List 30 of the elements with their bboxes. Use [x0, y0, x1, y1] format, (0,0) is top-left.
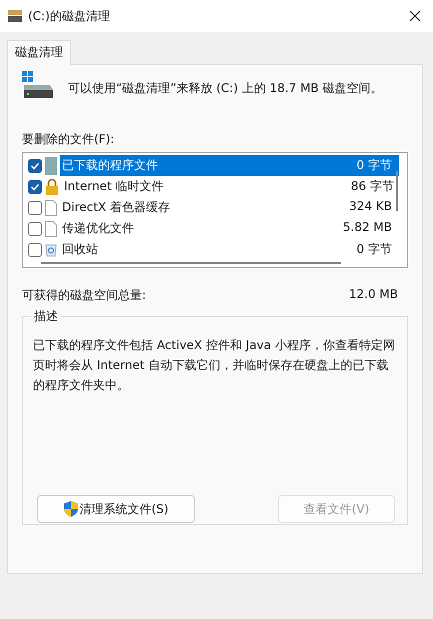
- lock-icon: [45, 178, 59, 196]
- checkbox[interactable]: [28, 180, 42, 194]
- file-list-item[interactable]: DirectX 着色器缓存 324 KB: [60, 197, 399, 218]
- tab[interactable]: 磁盘清理: [7, 40, 71, 65]
- checkbox[interactable]: [28, 222, 42, 236]
- shield-icon: [64, 501, 78, 517]
- drive-icon: [8, 10, 22, 22]
- file-list-item[interactable]: 传递优化文件 5.82 MB: [60, 218, 399, 239]
- file-list-item[interactable]: 已下载的程序文件 0 字节: [60, 155, 399, 176]
- window-title: (C:)的磁盘清理: [28, 8, 111, 24]
- checkbox[interactable]: [28, 158, 42, 172]
- intro-text: 可以使用“磁盘清理”来释放 (C:) 上的 18.7 MB 磁盘空间。: [68, 80, 383, 97]
- file-list-item[interactable]: 回收站 0 字节: [60, 239, 399, 260]
- files-label: 要删除的文件(F):: [22, 131, 116, 148]
- total-value: 12.0 MB: [348, 287, 398, 303]
- description-text: 已下载的程序文件包括 ActiveX 控件和 Java 小程序，你查看特定网页时将会从 Internet 自动下载它们，并临时保存在硬盘上的已下载的程序文件夹中。: [33, 337, 396, 394]
- check-icon: [30, 160, 40, 170]
- total-label: 可获得的磁盘空间总量:: [22, 287, 146, 304]
- file-icon: [45, 200, 57, 216]
- recycle-bin-icon: [45, 242, 57, 256]
- file-list-item[interactable]: Internet 临时文件 86 字节: [62, 176, 401, 197]
- scrollbar-thumb[interactable]: [396, 171, 398, 211]
- action-button[interactable]: 清理系统文件(S): [37, 495, 195, 523]
- group-title: 描述: [31, 308, 61, 325]
- file-icon: [45, 220, 57, 236]
- checkbox[interactable]: [28, 242, 42, 256]
- close-icon[interactable]: [409, 10, 421, 22]
- scrollbar-thumb[interactable]: [41, 262, 341, 264]
- check-icon: [30, 182, 40, 192]
- checkbox[interactable]: [28, 200, 42, 214]
